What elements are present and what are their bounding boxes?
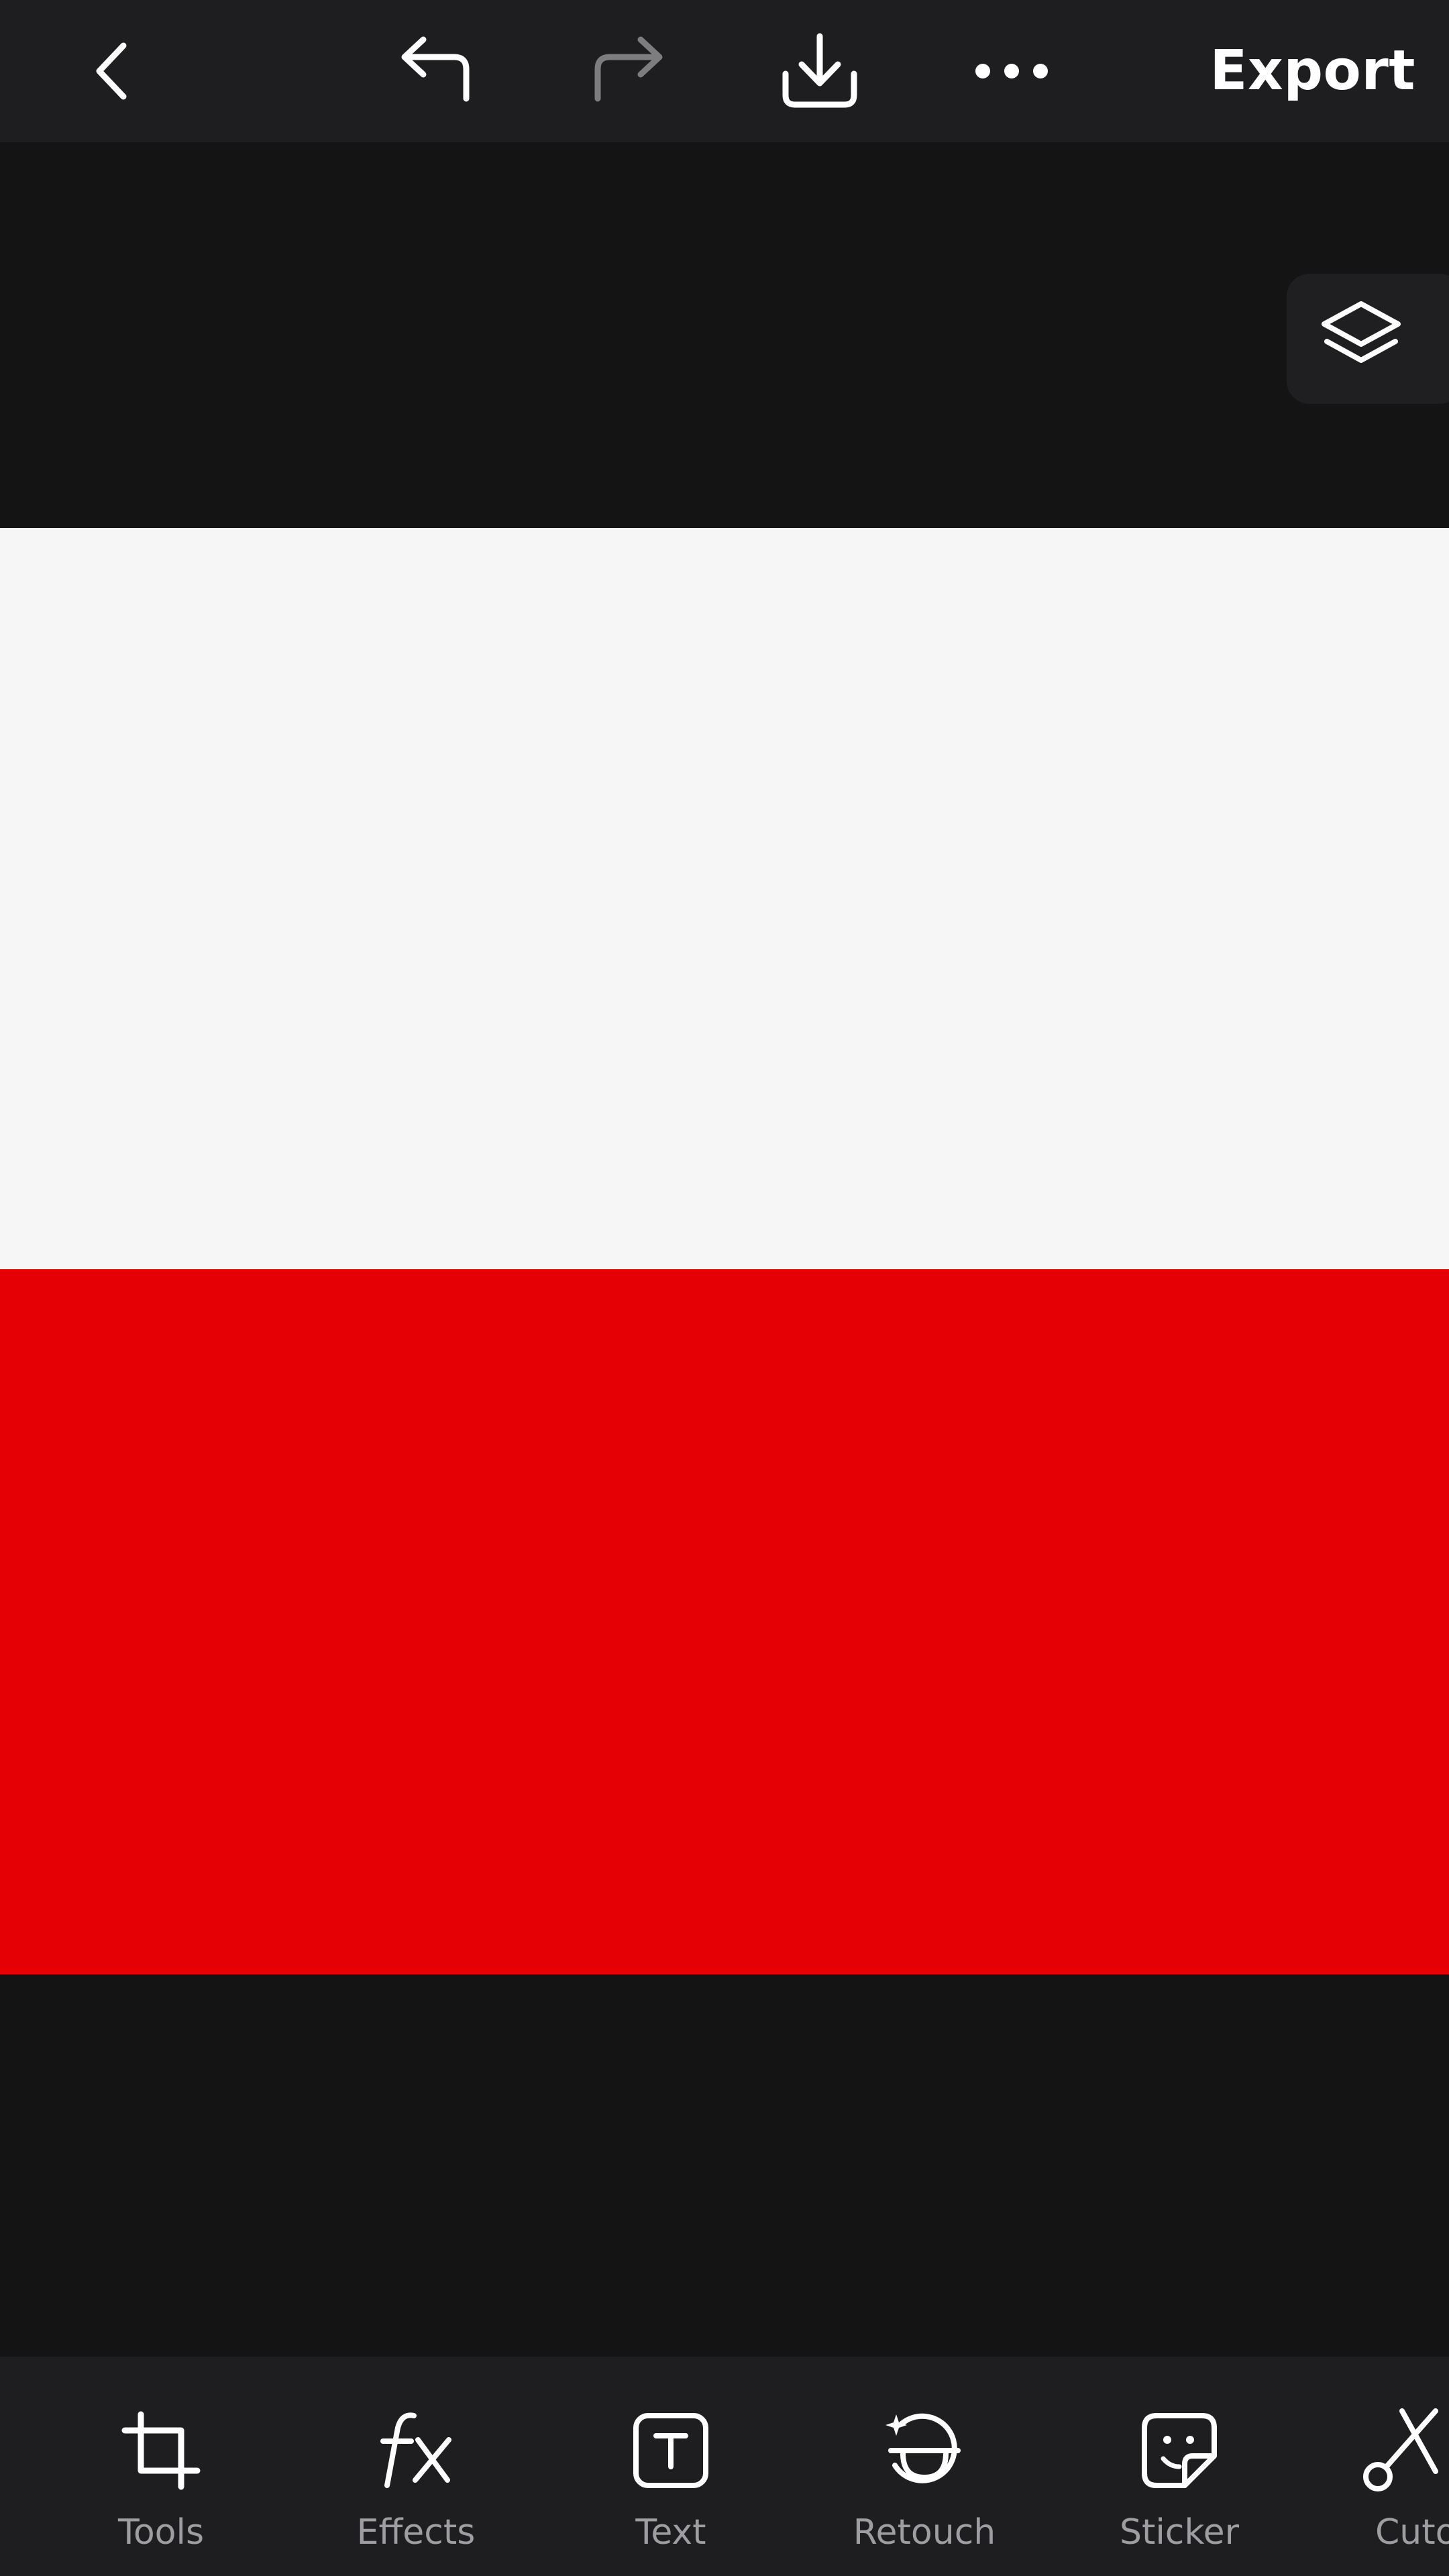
text-icon: [633, 2413, 708, 2488]
scissors-icon: [1363, 2408, 1438, 2491]
bottom-toolbar: Tools Effects Text Retouch Sticker Cuto: [0, 2357, 1449, 2576]
more-horizontal-icon: [975, 64, 1048, 78]
back-button[interactable]: [51, 11, 172, 131]
tool-label: Tools: [117, 2512, 205, 2553]
more-button[interactable]: [951, 11, 1072, 131]
undo-button[interactable]: [376, 11, 496, 131]
export-button[interactable]: Export: [1210, 27, 1415, 114]
chevron-left-icon: [96, 42, 127, 100]
download-button[interactable]: [759, 11, 880, 131]
tool-effects[interactable]: Effects: [315, 2357, 517, 2576]
tool-label: Cuto: [1375, 2512, 1449, 2553]
crop-icon: [121, 2411, 201, 2490]
tool-label: Sticker: [1119, 2512, 1240, 2553]
flag-white-band: [0, 528, 1449, 1269]
tool-label: Effects: [356, 2512, 476, 2553]
tool-label: Retouch: [853, 2512, 996, 2553]
fx-icon: [380, 2412, 451, 2488]
redo-icon: [594, 36, 663, 102]
tool-tools[interactable]: Tools: [60, 2357, 262, 2576]
flag-red-band: [0, 1269, 1449, 1974]
tool-retouch[interactable]: Retouch: [824, 2357, 1025, 2576]
top-toolbar: Export: [0, 0, 1449, 142]
download-icon: [782, 33, 857, 108]
undo-icon: [401, 36, 470, 102]
retouch-icon: [885, 2413, 961, 2483]
tool-label: Text: [635, 2512, 706, 2553]
tool-cutout[interactable]: Cuto: [1320, 2357, 1449, 2576]
image-layer[interactable]: [0, 528, 1449, 1974]
redo-button[interactable]: [568, 11, 688, 131]
layers-icon: [1322, 301, 1401, 363]
sticker-icon: [1142, 2413, 1217, 2488]
layers-button[interactable]: [1287, 274, 1449, 404]
tool-sticker[interactable]: Sticker: [1079, 2357, 1280, 2576]
tool-text[interactable]: Text: [570, 2357, 771, 2576]
